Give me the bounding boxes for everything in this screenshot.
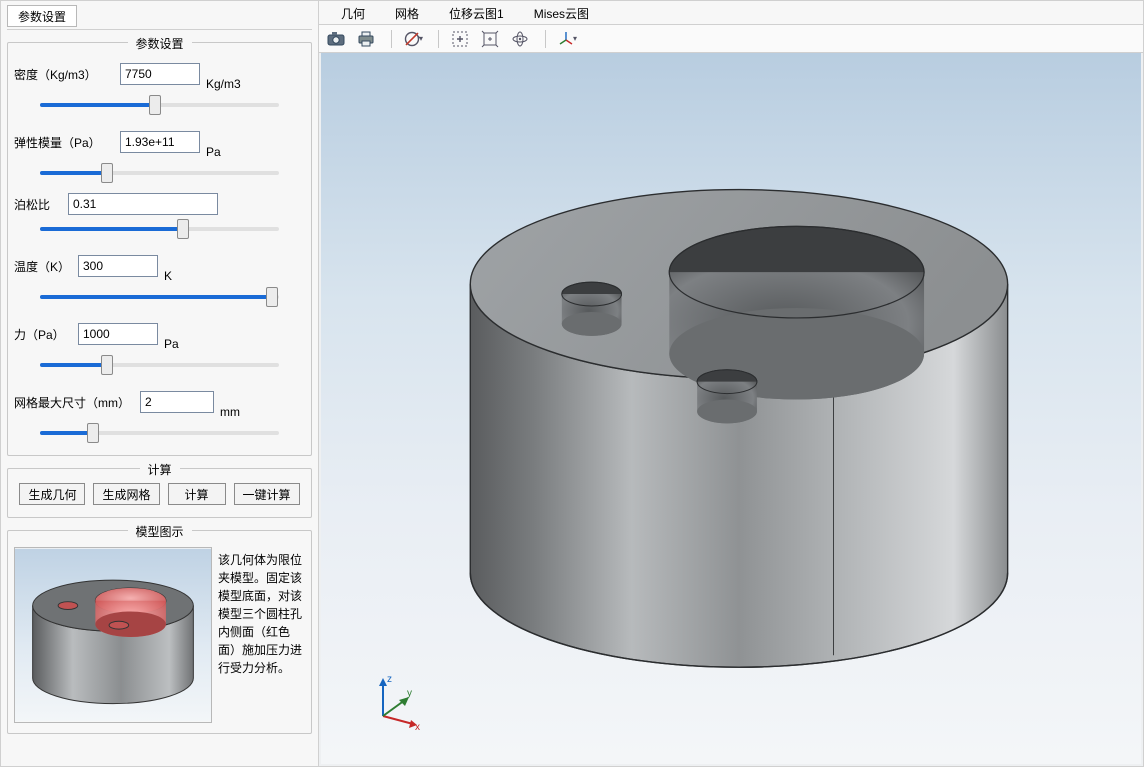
settings-panel: 参数设置 参数设置 密度（Kg/m3） Kg/m3 弹性模量（Pa） Pa xyxy=(1,1,319,766)
toolbar-separator-1 xyxy=(391,30,392,48)
calculate-button[interactable]: 计算 xyxy=(168,483,226,505)
force-label: 力（Pa） xyxy=(14,326,72,343)
triad-z-label: z xyxy=(387,674,392,685)
tab-mises[interactable]: Mises云图 xyxy=(530,3,593,24)
compute-button-row: 生成几何 生成网格 计算 一键计算 xyxy=(12,481,307,507)
one-click-calculate-button[interactable]: 一键计算 xyxy=(234,483,300,505)
model-description-text: 该几何体为限位夹模型。固定该模型底面，对该模型三个圆柱孔内侧面（红色面）施加压力… xyxy=(218,547,305,677)
modulus-row: 弹性模量（Pa） Pa xyxy=(12,123,307,161)
mesh-unit: mm xyxy=(220,385,264,419)
toolbar-separator-2 xyxy=(438,30,439,48)
rotate-icon[interactable] xyxy=(509,28,531,50)
density-unit: Kg/m3 xyxy=(206,57,250,91)
view-tab-strip: 几何 网格 位移云图1 Mises云图 xyxy=(319,1,1143,25)
poisson-input[interactable] xyxy=(68,193,218,215)
view-toolbar: ▾ ▾ xyxy=(319,25,1143,53)
mesh-label: 网格最大尺寸（mm） xyxy=(14,394,134,411)
model-render-svg xyxy=(321,53,1141,764)
generate-geometry-button[interactable]: 生成几何 xyxy=(19,483,85,505)
triad-x-label: x xyxy=(415,722,420,730)
camera-icon[interactable] xyxy=(325,28,347,50)
temperature-unit: K xyxy=(164,249,208,283)
triad-y-label: y xyxy=(407,688,412,699)
force-slider[interactable] xyxy=(12,353,307,377)
viewport-3d[interactable]: z y x xyxy=(319,53,1143,766)
temperature-slider[interactable] xyxy=(12,285,307,309)
tab-mesh[interactable]: 网格 xyxy=(391,3,423,24)
modulus-input[interactable] xyxy=(120,131,200,153)
poisson-row: 泊松比 xyxy=(12,191,307,217)
generate-mesh-button[interactable]: 生成网格 xyxy=(93,483,159,505)
view-panel: 几何 网格 位移云图1 Mises云图 ▾ xyxy=(319,1,1143,766)
parameters-group: 参数设置 密度（Kg/m3） Kg/m3 弹性模量（Pa） Pa 泊松比 xyxy=(7,42,312,456)
mesh-input[interactable] xyxy=(140,391,214,413)
temperature-label: 温度（K） xyxy=(14,258,72,275)
density-slider[interactable] xyxy=(12,93,307,117)
poisson-unit xyxy=(224,195,268,215)
density-input[interactable] xyxy=(120,63,200,85)
temperature-input[interactable] xyxy=(78,255,158,277)
compute-group: 计算 生成几何 生成网格 计算 一键计算 xyxy=(7,468,312,518)
compute-group-title: 计算 xyxy=(139,461,179,478)
model-preview-row: 该几何体为限位夹模型。固定该模型底面，对该模型三个圆柱孔内侧面（红色面）施加压力… xyxy=(12,543,307,723)
settings-tab-strip: 参数设置 xyxy=(7,5,312,30)
tab-displacement[interactable]: 位移云图1 xyxy=(445,3,508,24)
model-thumbnail xyxy=(14,547,212,723)
poisson-slider[interactable] xyxy=(12,217,307,241)
axes-toggle-icon[interactable]: ▾ xyxy=(556,28,578,50)
force-input[interactable] xyxy=(78,323,158,345)
parameters-group-title: 参数设置 xyxy=(127,35,191,52)
force-row: 力（Pa） Pa xyxy=(12,315,307,353)
tab-geometry[interactable]: 几何 xyxy=(337,3,369,24)
model-thumbnail-svg xyxy=(15,548,211,722)
density-label: 密度（Kg/m3） xyxy=(14,66,114,83)
print-icon[interactable] xyxy=(355,28,377,50)
poisson-label: 泊松比 xyxy=(14,196,62,213)
mesh-row: 网格最大尺寸（mm） mm xyxy=(12,383,307,421)
modulus-label: 弹性模量（Pa） xyxy=(14,134,114,151)
zoom-extent-icon[interactable] xyxy=(479,28,501,50)
modulus-unit: Pa xyxy=(206,125,250,159)
toolbar-separator-3 xyxy=(545,30,546,48)
model-preview-group-title: 模型图示 xyxy=(127,523,191,540)
zoom-box-icon[interactable] xyxy=(449,28,471,50)
settings-tab[interactable]: 参数设置 xyxy=(7,5,77,27)
model-preview-group: 模型图示 xyxy=(7,530,312,734)
app-window: 参数设置 参数设置 密度（Kg/m3） Kg/m3 弹性模量（Pa） Pa xyxy=(0,0,1144,767)
reset-view-icon[interactable]: ▾ xyxy=(402,28,424,50)
mesh-slider[interactable] xyxy=(12,421,307,445)
force-unit: Pa xyxy=(164,317,208,351)
modulus-slider[interactable] xyxy=(12,161,307,185)
density-row: 密度（Kg/m3） Kg/m3 xyxy=(12,55,307,93)
orientation-triad: z y x xyxy=(365,670,425,730)
temperature-row: 温度（K） K xyxy=(12,247,307,285)
